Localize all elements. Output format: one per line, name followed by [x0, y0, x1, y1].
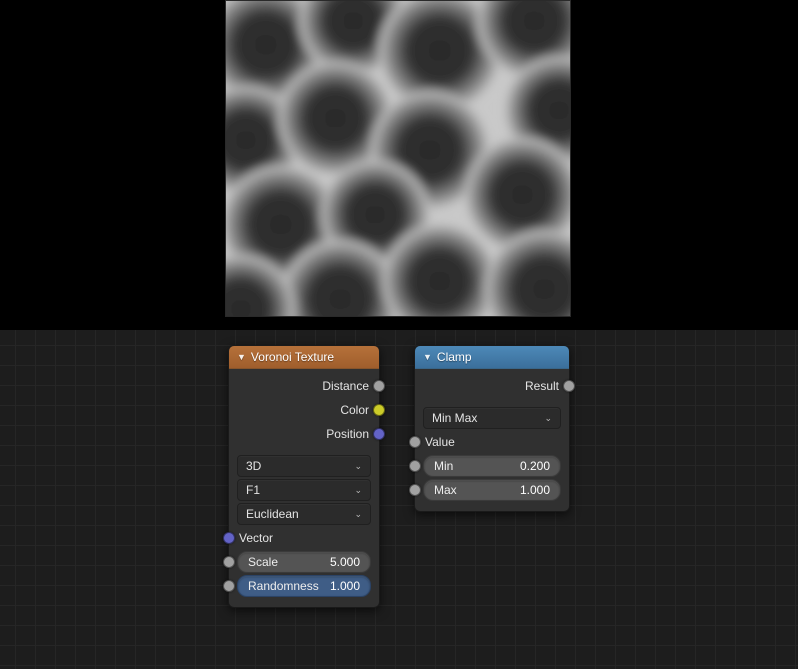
socket-in-value[interactable]	[409, 436, 421, 448]
node-title: Clamp	[437, 350, 472, 364]
chevron-down-icon: ⌄	[544, 413, 552, 424]
input-vector-label: Vector	[237, 531, 273, 545]
max-value: 1.000	[520, 483, 550, 497]
distance-metric-value: Euclidean	[246, 507, 299, 521]
max-label: Max	[434, 483, 457, 497]
chevron-down-icon: ⌄	[354, 485, 362, 496]
chevron-down-icon: ⌄	[354, 509, 362, 520]
render-preview-area	[0, 0, 798, 330]
node-voronoi-texture[interactable]: ▼ Voronoi Texture Distance Color Positio…	[228, 345, 380, 608]
min-label: Min	[434, 459, 453, 473]
min-field[interactable]: Min 0.200	[423, 455, 561, 477]
socket-in-max[interactable]	[409, 484, 421, 496]
collapse-icon[interactable]: ▼	[237, 352, 246, 362]
scale-value: 5.000	[330, 555, 360, 569]
node-editor[interactable]: ▼ Voronoi Texture Distance Color Positio…	[0, 330, 798, 669]
randomness-label: Randomness	[248, 579, 319, 593]
scale-label: Scale	[248, 555, 278, 569]
distance-metric-select[interactable]: Euclidean ⌄	[237, 503, 371, 525]
output-position-label: Position	[326, 427, 371, 441]
socket-in-randomness[interactable]	[223, 580, 235, 592]
socket-in-scale[interactable]	[223, 556, 235, 568]
node-header[interactable]: ▼ Clamp	[415, 346, 569, 369]
clamp-mode-select[interactable]: Min Max ⌄	[423, 407, 561, 429]
input-value-label: Value	[423, 435, 455, 449]
randomness-value: 1.000	[330, 579, 360, 593]
socket-in-vector[interactable]	[223, 532, 235, 544]
node-header[interactable]: ▼ Voronoi Texture	[229, 346, 379, 369]
feature-value: F1	[246, 483, 260, 497]
clamp-mode-value: Min Max	[432, 411, 477, 425]
socket-out-position[interactable]	[373, 428, 385, 440]
output-color-label: Color	[340, 403, 371, 417]
socket-out-color[interactable]	[373, 404, 385, 416]
max-field[interactable]: Max 1.000	[423, 479, 561, 501]
texture-preview	[225, 0, 571, 317]
socket-out-distance[interactable]	[373, 380, 385, 392]
randomness-field[interactable]: Randomness 1.000	[237, 575, 371, 597]
collapse-icon[interactable]: ▼	[423, 352, 432, 362]
chevron-down-icon: ⌄	[354, 461, 362, 472]
output-result-label: Result	[525, 379, 561, 393]
feature-select[interactable]: F1 ⌄	[237, 479, 371, 501]
socket-out-result[interactable]	[563, 380, 575, 392]
output-distance-label: Distance	[322, 379, 371, 393]
scale-field[interactable]: Scale 5.000	[237, 551, 371, 573]
node-title: Voronoi Texture	[251, 350, 334, 364]
socket-in-min[interactable]	[409, 460, 421, 472]
min-value: 0.200	[520, 459, 550, 473]
node-clamp[interactable]: ▼ Clamp Result Min Max ⌄ Value	[414, 345, 570, 512]
dimensions-value: 3D	[246, 459, 261, 473]
dimensions-select[interactable]: 3D ⌄	[237, 455, 371, 477]
